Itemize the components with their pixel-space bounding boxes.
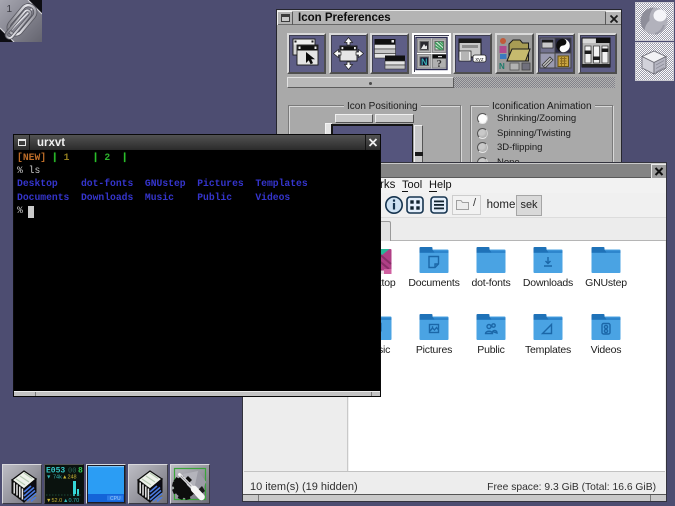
svg-text:N: N xyxy=(499,62,505,71)
svg-text:?: ? xyxy=(436,59,441,70)
svg-text:▼52.0: ▼52.0 xyxy=(46,498,62,503)
svg-text:xyz: xyz xyxy=(475,57,484,63)
svg-text:▲0.70: ▲0.70 xyxy=(63,498,79,503)
svg-text:1: 1 xyxy=(7,4,13,15)
svg-text:▲248: ▲248 xyxy=(62,475,77,481)
svg-text:8: 8 xyxy=(78,467,83,476)
svg-text:▼ 74k: ▼ 74k xyxy=(46,475,62,481)
svg-text:CPU: CPU xyxy=(110,496,121,502)
svg-text:N: N xyxy=(421,57,428,67)
